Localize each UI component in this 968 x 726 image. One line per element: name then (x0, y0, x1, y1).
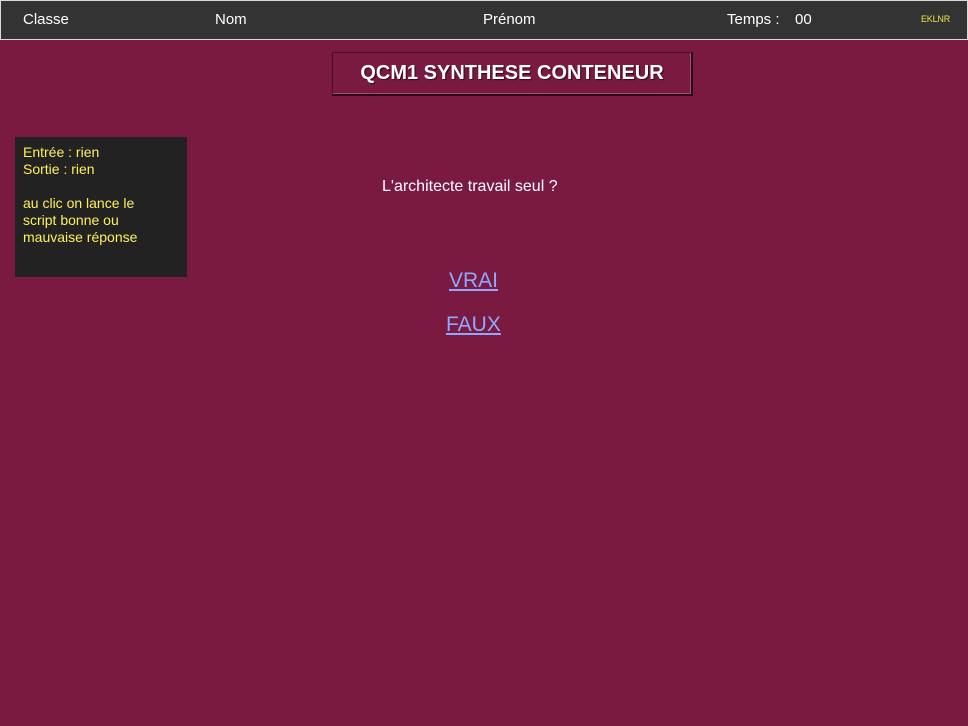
note-line-3: mauvaise réponse (23, 229, 138, 245)
question-text: L'architecte travail seul ? (382, 178, 558, 195)
answer-vrai-link[interactable]: VRAI (449, 269, 498, 293)
page-title: QCM1 SYNTHESE CONTENEUR (332, 52, 693, 96)
note-line-2: script bonne ou (23, 212, 119, 228)
code-label: EKLNR (921, 14, 951, 24)
top-bar: Classe Nom Prénom Temps : 00 EKLNR (0, 0, 968, 40)
script-note: Entrée : rien Sortie : rien au clic on l… (15, 137, 187, 277)
note-sortie: Sortie : rien (23, 161, 95, 177)
answer-faux-link[interactable]: FAUX (446, 313, 501, 337)
note-line-1: au clic on lance le (23, 195, 135, 211)
temps-label: Temps : (727, 11, 780, 28)
temps-value: 00 (795, 11, 812, 28)
prenom-field: Prénom (483, 11, 536, 28)
classe-field: Classe (23, 11, 69, 28)
nom-field: Nom (215, 11, 247, 28)
note-entree: Entrée : rien (23, 144, 100, 160)
